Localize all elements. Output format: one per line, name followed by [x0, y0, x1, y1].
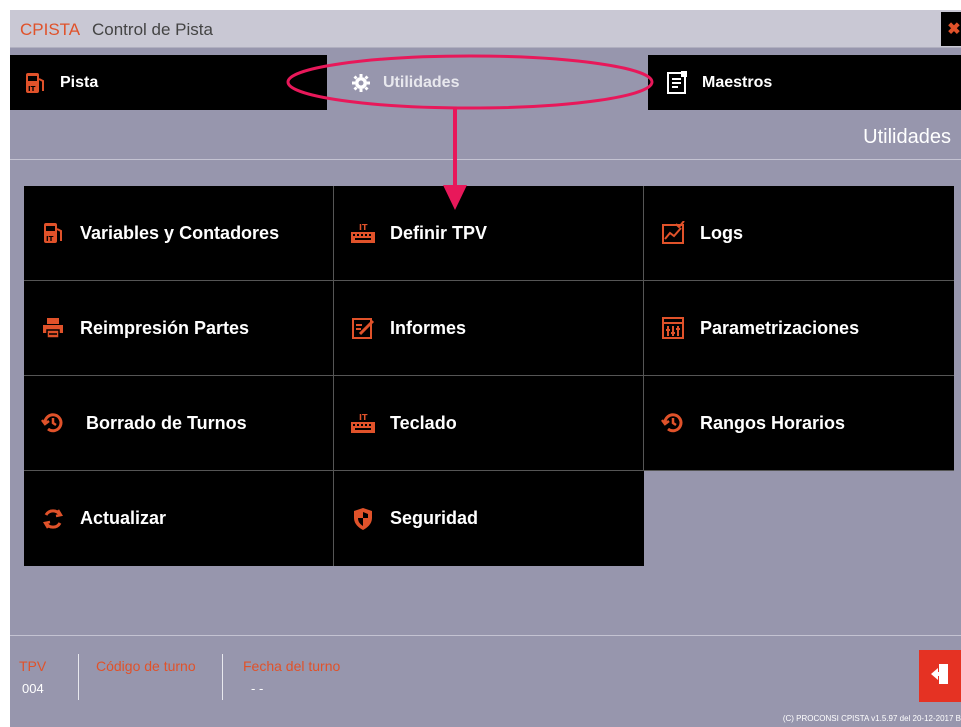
settings-window-icon: [660, 315, 686, 341]
tab-maestros[interactable]: Maestros: [648, 55, 961, 110]
menu-item-borrado-turnos[interactable]: Borrado de Turnos: [24, 376, 334, 471]
tpv-value: 004: [22, 681, 44, 696]
menu-item-label: Borrado de Turnos: [86, 412, 247, 433]
utilities-menu-grid: IT Variables y Contadores IT Definir TPV…: [24, 186, 954, 566]
fuel-pump-icon: IT: [24, 71, 46, 95]
turno-date-label: Fecha del turno: [243, 658, 341, 674]
shield-icon: [350, 506, 376, 532]
tpv-label: TPV: [19, 658, 47, 674]
menu-item-teclado[interactable]: IT Teclado: [334, 376, 644, 471]
app-window: CPISTA Control de Pista ✖ IT Pista Utili…: [10, 10, 961, 727]
app-title: Control de Pista: [92, 20, 213, 39]
menu-item-actualizar[interactable]: Actualizar: [24, 471, 334, 566]
status-footer: TPV 004 Código de turno Fecha del turno …: [10, 635, 961, 727]
copyright-text: (C) PROCONSI CPISTA v1.5.97 del 20-12-20…: [782, 714, 961, 723]
close-button[interactable]: ✖: [941, 12, 961, 46]
close-x-icon: ✖: [947, 21, 961, 38]
footer-divider: [78, 654, 79, 700]
menu-item-definir-tpv[interactable]: IT Definir TPV: [334, 186, 644, 281]
chart-check-icon: [660, 220, 686, 246]
menu-item-label: Teclado: [390, 412, 457, 433]
menu-item-label: Informes: [390, 317, 467, 338]
keyboard-icon: IT: [350, 410, 376, 436]
menu-item-label: Variables y Contadores: [80, 222, 280, 243]
section-header: Utilidades: [10, 110, 961, 160]
menu-item-reimpresion-partes[interactable]: Reimpresión Partes: [24, 281, 334, 376]
menu-item-label: Reimpresión Partes: [80, 317, 250, 338]
svg-text:IT: IT: [359, 223, 368, 232]
svg-text:IT: IT: [359, 413, 368, 422]
turno-date-value: - -: [251, 681, 264, 696]
svg-text:IT: IT: [46, 235, 54, 243]
tab-pista[interactable]: IT Pista: [10, 55, 327, 110]
menu-item-logs[interactable]: Logs: [644, 186, 954, 281]
menu-item-rangos-horarios[interactable]: Rangos Horarios: [644, 376, 954, 471]
menu-item-label: Parametrizaciones: [700, 317, 860, 338]
tab-utilidades[interactable]: Utilidades: [327, 55, 648, 110]
fuel-pump-icon: IT: [40, 220, 66, 246]
refresh-icon: [40, 506, 66, 532]
app-brand: CPISTA: [20, 20, 81, 39]
menu-item-label: Seguridad: [390, 508, 479, 528]
section-title: Utilidades: [863, 126, 951, 148]
turno-code-label: Código de turno: [96, 658, 196, 674]
svg-text:IT: IT: [28, 85, 36, 93]
tab-label: Utilidades: [383, 73, 460, 91]
menu-item-parametrizaciones[interactable]: Parametrizaciones: [644, 281, 954, 376]
menu-item-informes[interactable]: Informes: [334, 281, 644, 376]
menu-item-label: Rangos Horarios: [700, 412, 846, 433]
menu-item-variables-contadores[interactable]: IT Variables y Contadores: [24, 186, 334, 281]
keyboard-icon: IT: [350, 220, 376, 246]
edit-report-icon: [350, 315, 376, 341]
footer-divider: [222, 654, 223, 700]
exit-button[interactable]: [919, 650, 961, 702]
menu-item-label: Definir TPV: [390, 222, 488, 243]
printer-icon: [40, 315, 66, 341]
history-icon: [660, 410, 686, 436]
gear-icon: [351, 73, 371, 93]
document-list-icon: [666, 70, 688, 95]
tab-label: Maestros: [702, 73, 773, 91]
menu-item-seguridad[interactable]: Seguridad: [334, 471, 644, 566]
exit-door-icon: [929, 662, 951, 691]
title-bar: CPISTA Control de Pista ✖: [10, 10, 961, 48]
menu-item-label: Logs: [700, 222, 743, 243]
tab-bar: IT Pista Utilidades Maestros: [10, 55, 961, 110]
tab-label: Pista: [60, 73, 99, 91]
history-icon: [40, 410, 66, 436]
menu-item-label: Actualizar: [80, 508, 167, 528]
